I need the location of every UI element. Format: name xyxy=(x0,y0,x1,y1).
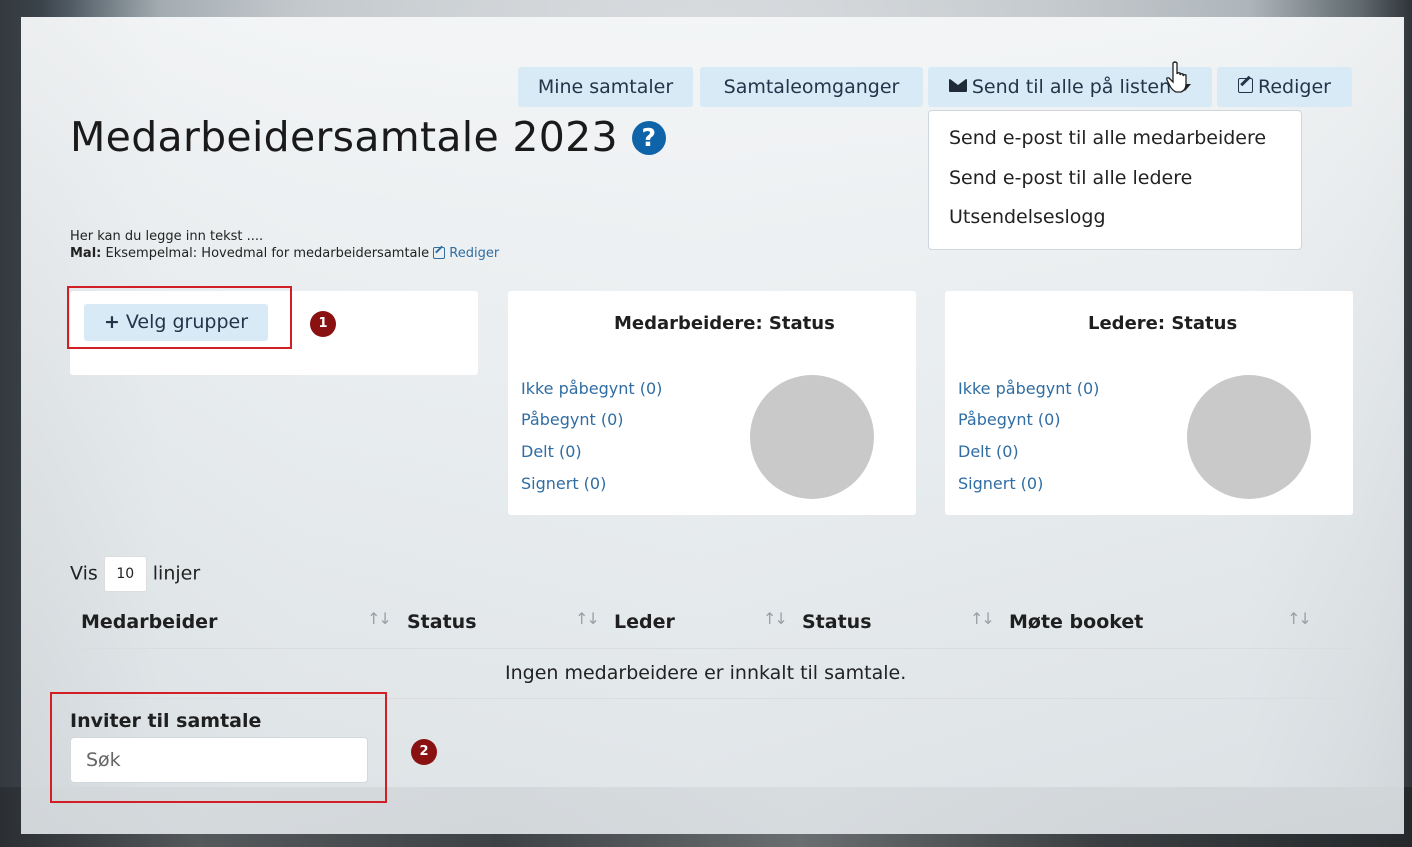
mine-samtaler-label: Mine samtaler xyxy=(537,76,674,98)
page-title-text: Medarbeidersamtale 2023 xyxy=(70,113,618,161)
samtaleomganger-label: Samtaleomganger xyxy=(723,76,900,98)
status-signert-link[interactable]: Signert (0) xyxy=(521,474,606,493)
intro-block: Her kan du legge inn tekst .... Mal: Eks… xyxy=(70,228,499,262)
column-header-mote-booket[interactable]: Møte booket xyxy=(1009,611,1143,633)
sort-icon[interactable]: ↑↓ xyxy=(763,609,788,628)
column-header-medarbeider[interactable]: Medarbeider xyxy=(81,611,217,633)
help-icon[interactable]: ? xyxy=(631,121,666,155)
linjer-label: linjer xyxy=(152,562,201,585)
rediger-label: Rediger xyxy=(1258,76,1331,98)
ledere-status-title: Ledere: Status xyxy=(1088,313,1238,334)
vis-label: Vis xyxy=(70,562,98,585)
send-dropdown-menu: Send e-post til alle medarbeidere Send e… xyxy=(928,110,1302,250)
menu-item-utsendelseslogg[interactable]: Utsendelseslogg xyxy=(949,206,1106,228)
main-panel: Mine samtaler Samtaleomganger Send til a… xyxy=(21,17,1404,834)
status-pabegynt-link[interactable]: Påbegynt (0) xyxy=(958,410,1061,429)
envelope-icon xyxy=(948,79,967,92)
table-header-divider xyxy=(70,648,1353,649)
rediger-button[interactable]: Rediger xyxy=(1217,67,1352,107)
page-title: Medarbeidersamtale 2023? xyxy=(70,113,666,161)
column-header-leder[interactable]: Leder xyxy=(614,611,675,633)
send-til-alle-label: Send til alle på listen xyxy=(971,76,1172,98)
mine-samtaler-button[interactable]: Mine samtaler xyxy=(518,67,693,107)
column-header-leder-status[interactable]: Status xyxy=(802,611,872,633)
highlight-box-1 xyxy=(67,286,292,349)
sort-icon[interactable]: ↑↓ xyxy=(575,609,600,628)
status-pabegynt-link[interactable]: Påbegynt (0) xyxy=(521,410,624,429)
edit-icon xyxy=(1238,78,1254,93)
mal-edit-label: Rediger xyxy=(449,246,500,261)
edit-icon xyxy=(433,246,446,259)
column-header-status[interactable]: Status xyxy=(407,611,477,633)
menu-item-email-medarbeidere[interactable]: Send e-post til alle medarbeidere xyxy=(949,127,1266,149)
sort-icon[interactable]: ↑↓ xyxy=(1287,609,1312,628)
template-line: Mal: Eksempelmal: Hovedmal for medarbeid… xyxy=(70,245,499,262)
mal-value: Eksempelmal: Hovedmal for medarbeidersam… xyxy=(105,246,430,261)
sort-icon[interactable]: ↑↓ xyxy=(970,609,995,628)
medarbeidere-status-pie xyxy=(750,375,874,499)
hand-cursor-icon xyxy=(1166,61,1187,93)
highlight-box-2 xyxy=(50,692,387,803)
ledere-status-pie xyxy=(1187,375,1311,499)
step-marker-2: 2 xyxy=(411,739,437,765)
sort-icon[interactable]: ↑↓ xyxy=(367,609,392,628)
mal-label: Mal: xyxy=(70,246,102,261)
intro-text: Her kan du legge inn tekst .... xyxy=(70,229,264,244)
status-delt-link[interactable]: Delt (0) xyxy=(521,442,582,461)
step-marker-1: 1 xyxy=(310,311,336,337)
table-empty-message: Ingen medarbeidere er innkalt til samtal… xyxy=(505,662,907,684)
samtaleomganger-button[interactable]: Samtaleomganger xyxy=(700,67,923,107)
mal-edit-link[interactable]: Rediger xyxy=(433,246,499,261)
menu-item-email-ledere[interactable]: Send e-post til alle ledere xyxy=(949,167,1192,189)
page-length-control: Vis 10 linjer xyxy=(70,556,200,592)
status-delt-link[interactable]: Delt (0) xyxy=(958,442,1019,461)
medarbeidere-status-card: Medarbeidere: Status Ikke påbegynt (0) P… xyxy=(508,291,916,515)
medarbeidere-status-title: Medarbeidere: Status xyxy=(614,313,835,334)
page-length-select[interactable]: 10 xyxy=(103,556,147,592)
ledere-status-card: Ledere: Status Ikke påbegynt (0) Påbegyn… xyxy=(945,291,1353,515)
status-signert-link[interactable]: Signert (0) xyxy=(958,474,1043,493)
status-ikke-pabegynt-link[interactable]: Ikke påbegynt (0) xyxy=(958,379,1099,398)
status-ikke-pabegynt-link[interactable]: Ikke påbegynt (0) xyxy=(521,379,662,398)
